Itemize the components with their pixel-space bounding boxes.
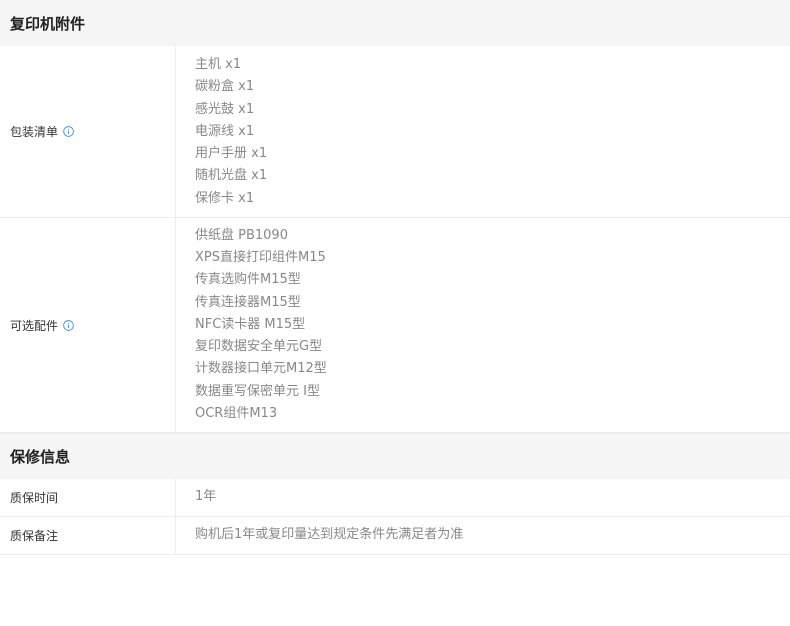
section-header-accessories: 复印机附件 (0, 0, 790, 46)
row-values: 1年 (176, 479, 790, 516)
spec-row-warranty-period: 质保时间 1年 (0, 479, 790, 517)
row-label-cell: 可选配件 (0, 218, 176, 432)
spec-table: 复印机附件 包装清单 主机 x1 碳粉盒 x1 感光鼓 x1 电源线 x1 用户… (0, 0, 790, 555)
value-item: 供纸盘 PB1090 (195, 228, 288, 244)
spec-row-package-list: 包装清单 主机 x1 碳粉盒 x1 感光鼓 x1 电源线 x1 用户手册 x1 … (0, 46, 790, 218)
value-item: 复印数据安全单元G型 (195, 339, 323, 355)
info-circle-icon[interactable] (63, 319, 74, 331)
row-label: 可选配件 (10, 318, 59, 333)
info-circle-icon[interactable] (63, 126, 74, 137)
row-label-cell: 质保时间 (0, 479, 176, 516)
value-item: 随机光盘 x1 (195, 168, 268, 184)
value-item: 用户手册 x1 (195, 146, 268, 162)
row-values: 购机后1年或复印量达到规定条件先满足者为准 (176, 517, 790, 554)
value-item: XPS直接打印组件M15 (195, 250, 326, 266)
row-label-cell: 质保备注 (0, 517, 176, 554)
value-item: 保修卡 x1 (195, 190, 255, 206)
row-label: 质保时间 (10, 491, 59, 505)
row-label: 质保备注 (10, 529, 59, 543)
value-item: 数据重写保密单元 I型 (195, 383, 320, 399)
value-item: NFC读卡器 M15型 (195, 316, 306, 332)
section-title: 复印机附件 (10, 14, 86, 33)
spec-row-optional-accessories: 可选配件 供纸盘 PB1090 XPS直接打印组件M15 传真选购件M15型 传… (0, 218, 790, 433)
value-item: 计数器接口单元M12型 (195, 361, 327, 377)
row-label: 包装清单 (10, 125, 59, 139)
section-title: 保修信息 (10, 448, 71, 466)
spec-row-warranty-notes: 质保备注 购机后1年或复印量达到规定条件先满足者为准 (0, 517, 790, 555)
value-item: 购机后1年或复印量达到规定条件先满足者为准 (195, 527, 464, 543)
value-item: 主机 x1 (195, 57, 242, 73)
value-item: 1年 (195, 489, 217, 505)
value-item: 传真选购件M15型 (195, 272, 301, 288)
section-header-warranty: 保修信息 (0, 433, 790, 479)
value-item: 碳粉盒 x1 (195, 79, 255, 95)
value-item: 感光鼓 x1 (195, 101, 255, 117)
value-item: 传真连接器M15型 (195, 294, 301, 310)
value-item: 电源线 x1 (195, 123, 255, 139)
row-values: 主机 x1 碳粉盒 x1 感光鼓 x1 电源线 x1 用户手册 x1 随机光盘 … (176, 46, 790, 217)
row-label-cell: 包装清单 (0, 46, 176, 217)
row-values: 供纸盘 PB1090 XPS直接打印组件M15 传真选购件M15型 传真连接器M… (176, 218, 790, 432)
value-item: OCR组件M13 (195, 405, 278, 421)
